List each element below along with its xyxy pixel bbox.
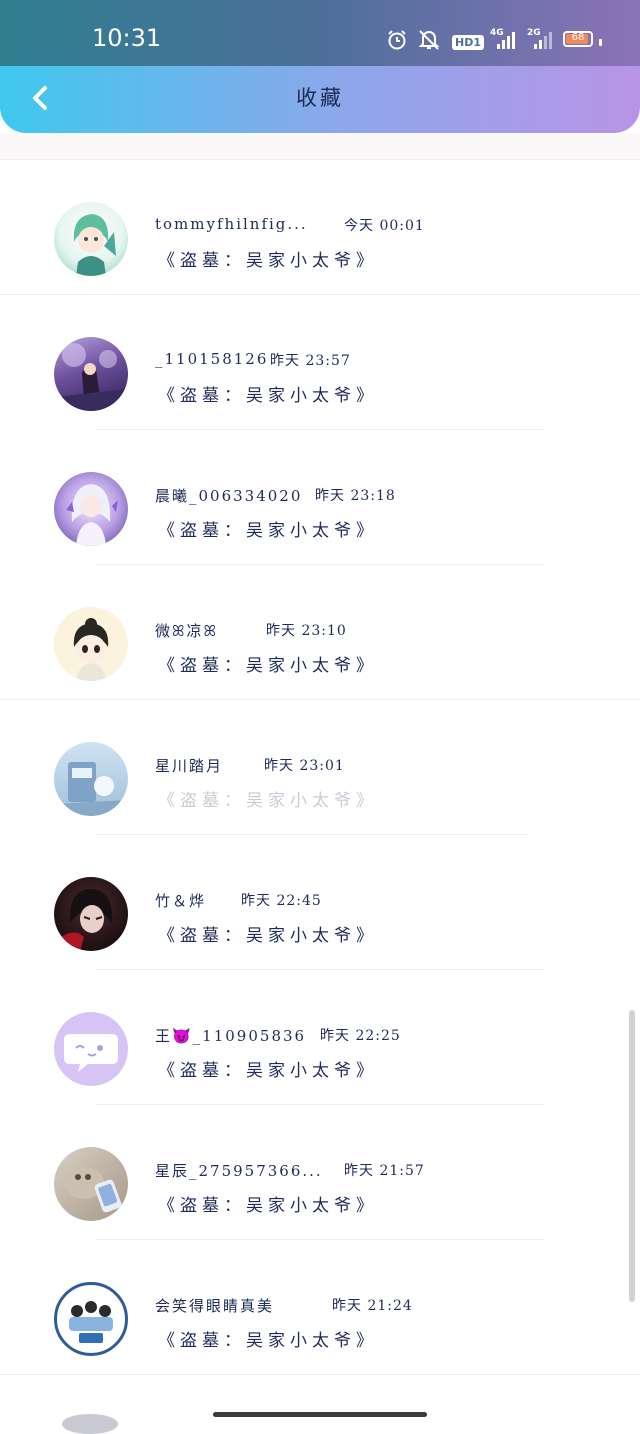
avatar xyxy=(54,337,128,411)
avatar xyxy=(54,472,128,546)
list-item[interactable]: 微ꕤ凉ꕤ 昨天 23:10 《盗墓：吴家小太爷》 xyxy=(0,565,640,700)
avatar xyxy=(54,877,128,951)
battery-icon: 68 xyxy=(563,31,603,51)
book-title: 《盗墓：吴家小太爷》 xyxy=(158,791,378,811)
book-title: 《盗墓：吴家小太爷》 xyxy=(158,251,378,271)
user-name: 微ꕤ凉ꕤ xyxy=(155,622,218,640)
battery-level: 68 xyxy=(571,32,585,43)
list-top-strip xyxy=(0,133,640,160)
post-time: 昨天 21:57 xyxy=(344,1163,425,1179)
mute-icon xyxy=(417,29,441,55)
post-time: 昨天 23:18 xyxy=(315,488,396,504)
app-header: 10:31 HD1 4G 2G 68 收藏 xyxy=(0,0,640,133)
user-name: 晨曦_006334020 xyxy=(155,487,303,505)
avatar xyxy=(54,607,128,681)
user-name: _110158126 xyxy=(155,350,269,368)
list-item[interactable]: 星辰_275957366... 昨天 21:57 《盗墓：吴家小太爷》 xyxy=(0,1105,640,1240)
list-item[interactable]: 会笑得眼睛真美 昨天 21:24 《盗墓：吴家小太爷》 xyxy=(0,1240,640,1375)
user-name: tommyfhilnfig... xyxy=(155,215,308,233)
next-avatar-peek xyxy=(62,1414,118,1434)
nav-bar: 收藏 xyxy=(0,66,640,133)
post-time: 昨天 21:24 xyxy=(332,1298,413,1314)
home-indicator[interactable] xyxy=(213,1412,427,1417)
user-name: 星辰_275957366... xyxy=(155,1162,323,1180)
status-time: 10:31 xyxy=(92,24,162,52)
avatar xyxy=(54,1282,128,1356)
post-time: 昨天 23:01 xyxy=(264,758,345,774)
book-title: 《盗墓：吴家小太爷》 xyxy=(158,386,378,406)
post-time: 昨天 23:10 xyxy=(266,623,347,639)
post-time: 今天 00:01 xyxy=(344,218,425,234)
list-item[interactable]: 星川踏月 昨天 23:01 《盗墓：吴家小太爷》 xyxy=(0,700,640,835)
user-name: 会笑得眼睛真美 xyxy=(155,1297,275,1315)
list-item[interactable]: _110158126 昨天 23:57 《盗墓：吴家小太爷》 xyxy=(0,295,640,430)
post-time: 昨天 22:25 xyxy=(320,1028,401,1044)
book-title: 《盗墓：吴家小太爷》 xyxy=(158,656,378,676)
user-name: 星川踏月 xyxy=(155,757,224,775)
list-item[interactable]: 晨曦_006334020 昨天 23:18 《盗墓：吴家小太爷》 xyxy=(0,430,640,565)
user-name: 王😈_110905836 xyxy=(155,1027,307,1045)
book-title: 《盗墓：吴家小太爷》 xyxy=(158,1196,378,1216)
divider xyxy=(0,1374,640,1375)
book-title: 《盗墓：吴家小太爷》 xyxy=(158,926,378,946)
hd-label: HD1 xyxy=(452,35,484,50)
list-item[interactable]: 王😈_110905836 昨天 22:25 《盗墓：吴家小太爷》 xyxy=(0,970,640,1105)
book-title: 《盗墓：吴家小太爷》 xyxy=(158,1061,378,1081)
avatar xyxy=(54,1012,128,1086)
avatar xyxy=(54,1147,128,1221)
book-title: 《盗墓：吴家小太爷》 xyxy=(158,1331,378,1351)
hd-icon: HD1 xyxy=(452,31,484,50)
post-time: 昨天 23:57 xyxy=(270,353,351,369)
list-item[interactable]: tommyfhilnfig... 今天 00:01 《盗墓：吴家小太爷》 xyxy=(0,160,640,295)
book-title: 《盗墓：吴家小太爷》 xyxy=(158,521,378,541)
scrollbar[interactable] xyxy=(629,1010,635,1302)
status-bar: 10:31 HD1 4G 2G 68 xyxy=(0,0,640,66)
avatar xyxy=(54,202,128,276)
list-item[interactable]: 竹＆烨 昨天 22:45 《盗墓：吴家小太爷》 xyxy=(0,835,640,970)
post-time: 昨天 22:45 xyxy=(241,893,322,909)
page-title: 收藏 xyxy=(296,86,344,110)
avatar xyxy=(54,742,128,816)
alarm-icon xyxy=(386,29,408,55)
user-name: 竹＆烨 xyxy=(155,892,207,910)
